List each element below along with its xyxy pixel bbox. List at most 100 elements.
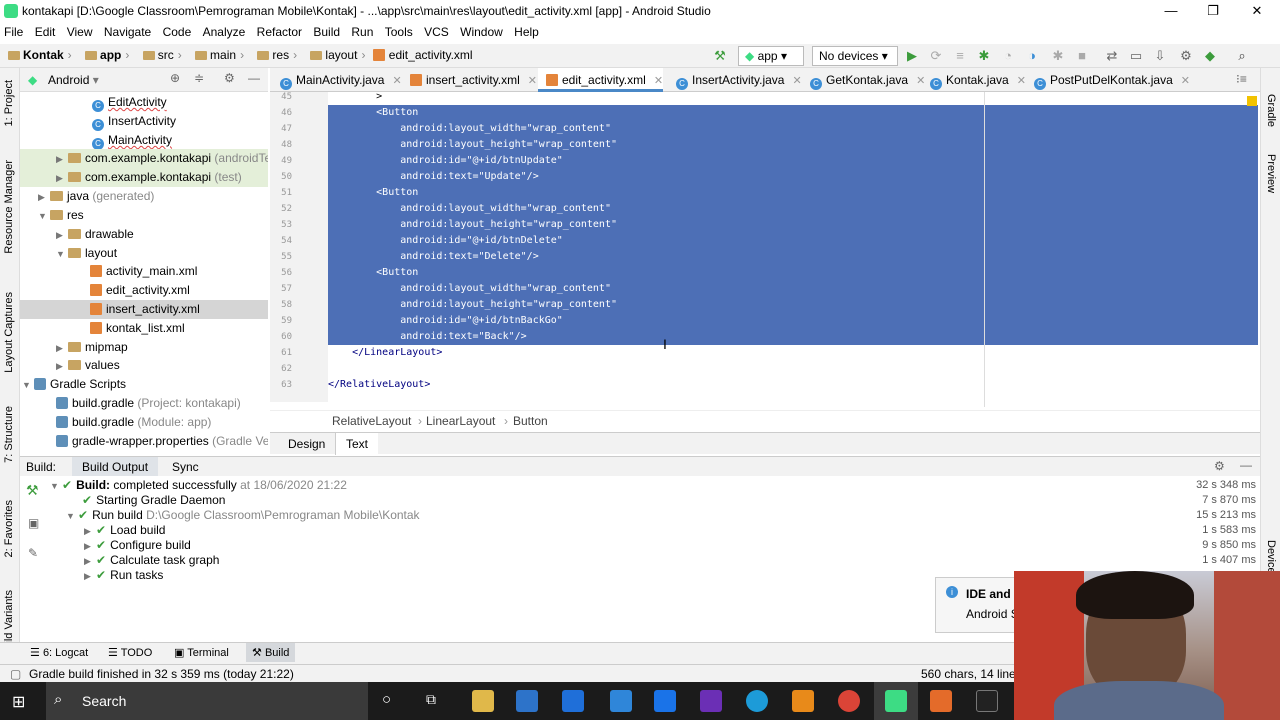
tree-item[interactable]: C EditActivity [92, 93, 167, 112]
tree-item[interactable]: gradle-wrapper.properties (Gradle Versio… [56, 432, 268, 451]
breadcrumb-project[interactable]: Kontak [0, 44, 66, 66]
tool-project[interactable]: 1: Project [3, 80, 15, 126]
menu-edit[interactable]: Edit [31, 22, 60, 42]
close-tab-icon[interactable]: ✕ [528, 75, 537, 87]
code-line[interactable]: android:layout_width="wrap_content" [328, 201, 1258, 217]
tab-build-output[interactable]: Build Output [72, 457, 159, 477]
windows-start-icon[interactable]: ⊞ [12, 692, 25, 712]
code-line[interactable]: android:layout_width="wrap_content" [328, 281, 1258, 297]
tab-design[interactable]: Design [278, 433, 337, 455]
gear-icon[interactable]: ⚙ [1214, 459, 1225, 473]
stop-icon[interactable]: ■ [1072, 46, 1092, 66]
menu-run[interactable]: Run [347, 22, 377, 42]
tree-item-selected[interactable]: insert_activity.xml [20, 300, 268, 319]
breadcrumb-layout[interactable]: layout [302, 44, 359, 66]
code-line[interactable]: android:text="Delete"/> [328, 249, 1258, 265]
code-line[interactable]: android:text="Update"/> [328, 169, 1258, 185]
close-tab-icon[interactable]: ✕ [654, 75, 663, 87]
tab-kontak-java[interactable]: C Kontak.java ✕ [922, 68, 1026, 92]
locate-icon[interactable]: ⊕ [170, 71, 180, 85]
tab-edit-activity-xml[interactable]: edit_activity.xml ✕ [538, 68, 664, 92]
avd-manager-icon[interactable]: ▭ [1126, 46, 1146, 66]
warning-indicator-icon[interactable] [1247, 96, 1257, 106]
menu-refactor[interactable]: Refactor [253, 22, 306, 42]
tab-todo[interactable]: ☰ TODO [108, 646, 152, 659]
build-row[interactable]: ▶ ✔ Calculate task graph [84, 553, 219, 568]
breadcrumb-button[interactable]: Button [513, 414, 548, 428]
minimize-button[interactable]: — [1150, 0, 1192, 22]
chrome-icon[interactable] [838, 690, 860, 712]
tab-getkontak-java[interactable]: C GetKontak.java ✕ [802, 68, 925, 92]
hide-icon[interactable]: — [248, 71, 260, 85]
tree-item[interactable]: ▶com.example.kontakapi (androidTest) [20, 149, 268, 168]
task-view-icon[interactable]: ⧉ [426, 691, 436, 708]
close-tab-icon[interactable]: ✕ [792, 75, 801, 87]
menu-navigate[interactable]: Navigate [100, 22, 155, 42]
tree-item[interactable]: ▶ values [56, 356, 120, 375]
vscode-icon[interactable] [610, 690, 632, 712]
android-device-icon[interactable]: ◆ [1200, 46, 1220, 66]
menu-vcs[interactable]: VCS [420, 22, 453, 42]
code-line[interactable]: android:id="@+id/btnUpdate" [328, 153, 1258, 169]
apply-changes-icon[interactable]: ⟳ [926, 46, 946, 66]
code-line[interactable]: android:id="@+id/btnBackGo" [328, 313, 1258, 329]
tab-sync[interactable]: Sync [172, 460, 199, 474]
search-icon[interactable]: ⌕ [1232, 46, 1252, 66]
code-line[interactable]: android:id="@+id/btnDelete" [328, 233, 1258, 249]
breadcrumb-main[interactable]: main [187, 44, 238, 66]
terminal-icon[interactable] [976, 690, 998, 712]
close-tab-icon[interactable]: ✕ [1181, 75, 1190, 87]
tree-item[interactable]: ▼ layout [56, 244, 117, 263]
code-line[interactable]: android:text="Back"/> [328, 329, 1258, 345]
cortana-icon[interactable]: ○ [382, 691, 391, 708]
tab-postputdelkontak-java[interactable]: C PostPutDelKontak.java ✕ [1026, 68, 1190, 92]
code-line[interactable]: <Button [328, 105, 1258, 121]
menu-analyze[interactable]: Analyze [199, 22, 250, 42]
menu-code[interactable]: Code [159, 22, 196, 42]
pin-icon[interactable]: ✎ [28, 546, 38, 560]
tool-resource-manager[interactable]: Resource Manager [3, 160, 15, 254]
mail-icon[interactable] [654, 690, 676, 712]
tool-device-explorer[interactable]: Device [1265, 540, 1277, 574]
menu-file[interactable]: File [0, 22, 27, 42]
debug-icon[interactable]: ✱ [974, 46, 994, 66]
tab-text[interactable]: Text [336, 433, 379, 455]
profile-icon[interactable]: ◔ [998, 46, 1018, 66]
tree-item[interactable]: activity_main.xml [90, 262, 197, 281]
tab-insert-activity-xml[interactable]: insert_activity.xml ✕ [402, 68, 537, 92]
sync-project-icon[interactable]: ⇄ [1102, 46, 1122, 66]
file-explorer-icon[interactable] [472, 690, 494, 712]
tree-item[interactable]: ▶ java (generated) [38, 187, 154, 206]
code-line[interactable]: > [328, 92, 382, 105]
apply-code-icon[interactable]: ≡ [950, 46, 970, 66]
breadcrumb-linearlayout[interactable]: LinearLayout [426, 414, 495, 428]
store-icon[interactable] [516, 690, 538, 712]
app-icon[interactable] [700, 690, 722, 712]
code-editor[interactable]: > <Button android:layout_width="wrap_con… [328, 92, 1260, 402]
attach-debugger-icon[interactable]: ◑ [1022, 46, 1042, 66]
close-tab-icon[interactable]: ✕ [392, 75, 401, 87]
tab-mainactivity-java[interactable]: C MainActivity.java ✕ [272, 68, 402, 92]
xampp-icon[interactable] [930, 690, 952, 712]
menu-window[interactable]: Window [456, 22, 507, 42]
code-line[interactable]: android:layout_height="wrap_content" [328, 137, 1258, 153]
build-row[interactable]: ✔ Starting Gradle Daemon [82, 493, 225, 508]
close-button[interactable]: ✕ [1236, 0, 1278, 22]
breadcrumb-src[interactable]: src [135, 44, 176, 66]
code-line[interactable]: android:layout_height="wrap_content" [328, 297, 1258, 313]
menu-build[interactable]: Build [309, 22, 344, 42]
taskbar-active-app[interactable] [874, 682, 918, 720]
settings-icon[interactable]: ⚙ [1176, 46, 1196, 66]
collapse-all-icon[interactable]: ≑ [194, 71, 204, 85]
restore-button[interactable]: ❐ [1192, 0, 1234, 22]
tree-item[interactable]: ▶ mipmap [56, 338, 128, 357]
menu-view[interactable]: View [63, 22, 97, 42]
project-view-dropdown[interactable]: Android ▾ [48, 73, 99, 87]
tree-item[interactable]: ▼ res [38, 206, 84, 225]
tree-item[interactable]: build.gradle (Module: app) [56, 413, 211, 432]
breadcrumb-res[interactable]: res [249, 44, 291, 66]
breadcrumb-file[interactable]: edit_activity.xml [371, 44, 475, 66]
menu-tools[interactable]: Tools [381, 22, 417, 42]
tool-preview[interactable]: Preview [1265, 154, 1277, 193]
tab-insertactivity-java[interactable]: C InsertActivity.java ✕ [668, 68, 802, 92]
